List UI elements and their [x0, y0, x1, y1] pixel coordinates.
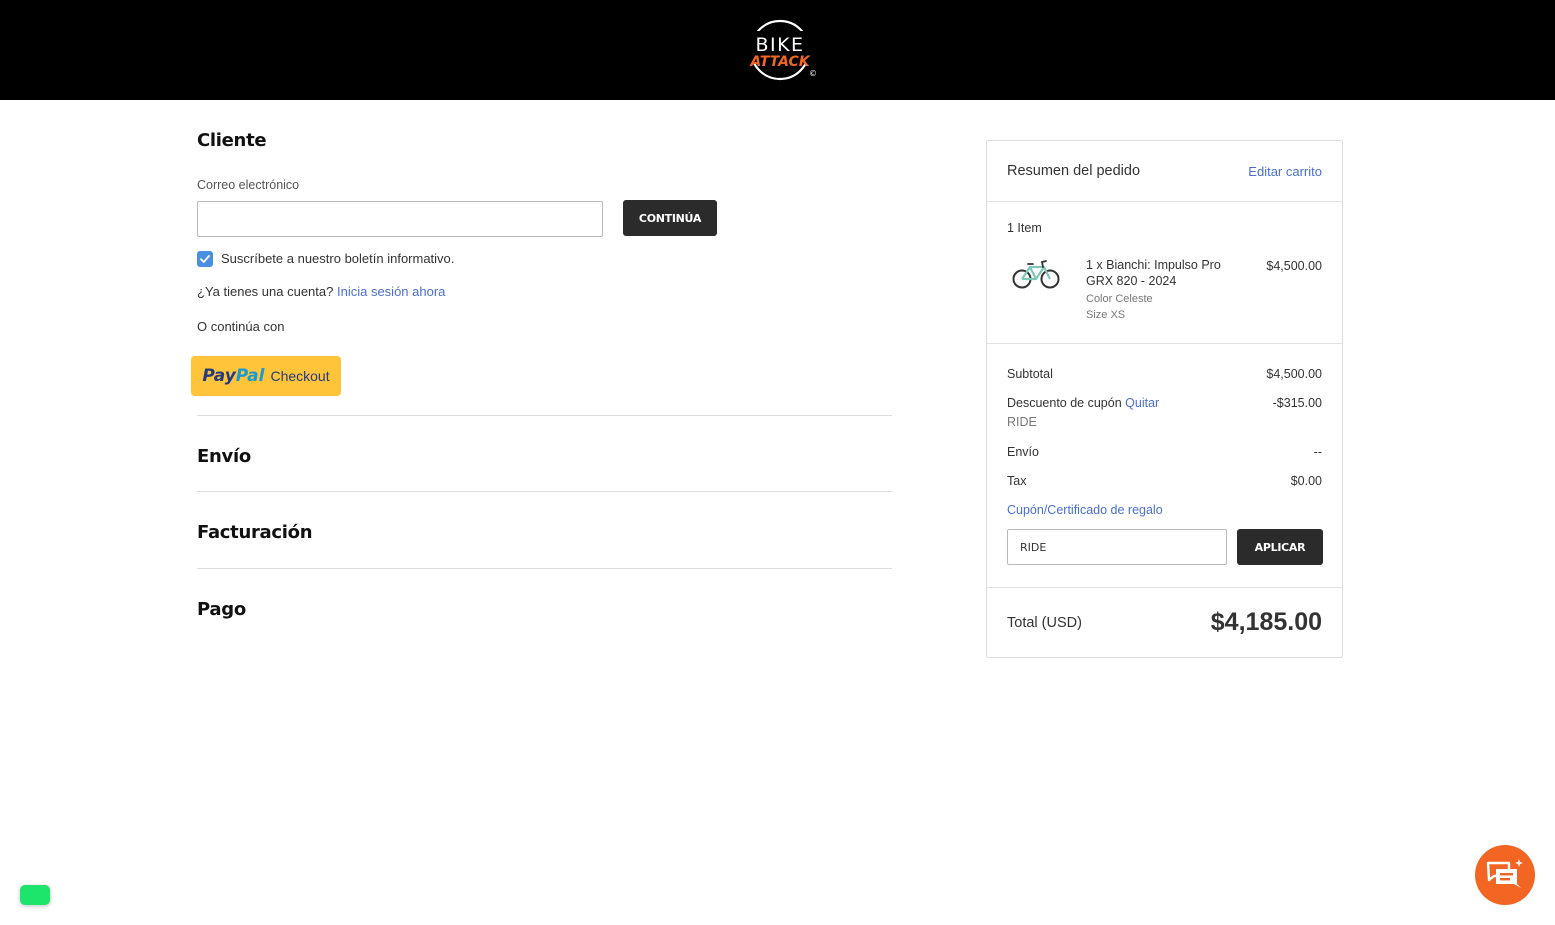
section-divider — [197, 491, 892, 492]
order-summary-title: Resumen del pedido — [1007, 163, 1141, 179]
paypal-checkout-label: Checkout — [270, 368, 330, 384]
account-prompt: ¿Ya tienes una cuenta? Inicia sesión aho… — [197, 284, 445, 299]
newsletter-checkbox[interactable] — [197, 251, 213, 267]
coupon-gift-link[interactable]: Cupón/Certificado de regalo — [1007, 503, 1163, 517]
customer-section-title: Cliente — [197, 130, 267, 151]
summary-divider — [987, 201, 1342, 202]
subtotal-value: $4,500.00 — [1266, 367, 1322, 381]
paypal-checkout-button[interactable]: PayPal Checkout — [191, 356, 341, 396]
account-question: ¿Ya tienes una cuenta? — [197, 284, 334, 299]
edit-cart-link[interactable]: Editar carrito — [1248, 164, 1322, 179]
tax-label: Tax — [1007, 474, 1027, 488]
summary-divider — [987, 343, 1342, 344]
email-label: Correo electrónico — [197, 178, 300, 192]
product-size: Size XS — [1086, 309, 1126, 321]
payment-section-title[interactable]: Pago — [197, 599, 246, 620]
email-field[interactable] — [197, 201, 603, 237]
logo-registered-mark: © — [809, 69, 817, 78]
floating-widget-tab[interactable] — [20, 885, 50, 905]
product-name: 1 x Bianchi: Impulso Pro GRX 820 - 2024 — [1086, 258, 1221, 288]
tax-value: $0.00 — [1290, 474, 1322, 488]
product-color: Color Celeste — [1086, 293, 1153, 305]
discount-row: Descuento de cupón Quitar — [1007, 396, 1159, 410]
total-value: $4,185.00 — [1210, 608, 1322, 636]
logo-text-bottom: ATTACK — [749, 54, 811, 70]
chat-button[interactable] — [1475, 845, 1535, 905]
discount-label: Descuento de cupón — [1007, 396, 1122, 410]
remove-coupon-link[interactable]: Quitar — [1125, 396, 1159, 410]
billing-section-title[interactable]: Facturación — [197, 522, 313, 543]
newsletter-label: Suscríbete a nuestro boletín informativo… — [221, 251, 455, 266]
shipping-value: -- — [1313, 445, 1322, 459]
site-header: BIKE ATTACK © — [0, 0, 1555, 100]
shipping-section-title[interactable]: Envío — [197, 446, 251, 467]
product-price: $4,500.00 — [1266, 259, 1322, 273]
shipping-label: Envío — [1007, 445, 1039, 459]
coupon-input[interactable]: RIDE — [1007, 529, 1227, 565]
chat-sparkle-icon — [1486, 859, 1523, 888]
signin-link[interactable]: Inicia sesión ahora — [337, 284, 445, 299]
order-summary: Resumen del pedido Editar carrito 1 Item… — [986, 140, 1343, 658]
subtotal-label: Subtotal — [1007, 367, 1053, 381]
continue-button[interactable]: CONTINÚA — [623, 200, 717, 236]
section-divider — [197, 568, 892, 569]
continue-with-label: O continúa con — [197, 319, 285, 334]
discount-value: -$315.00 — [1272, 396, 1322, 410]
check-icon — [200, 255, 210, 263]
summary-divider — [987, 587, 1342, 588]
section-divider — [197, 415, 892, 416]
apply-coupon-button[interactable]: APLICAR — [1237, 529, 1323, 565]
logo-text-top: BIKE — [755, 34, 804, 56]
total-label: Total (USD) — [1007, 615, 1082, 631]
paypal-logo: PayPal — [202, 366, 265, 386]
applied-coupon-code: RIDE — [1007, 415, 1037, 429]
bicycle-icon — [1012, 260, 1060, 289]
bike-attack-logo[interactable]: BIKE ATTACK © — [737, 18, 823, 82]
items-count: 1 Item — [1007, 221, 1042, 235]
